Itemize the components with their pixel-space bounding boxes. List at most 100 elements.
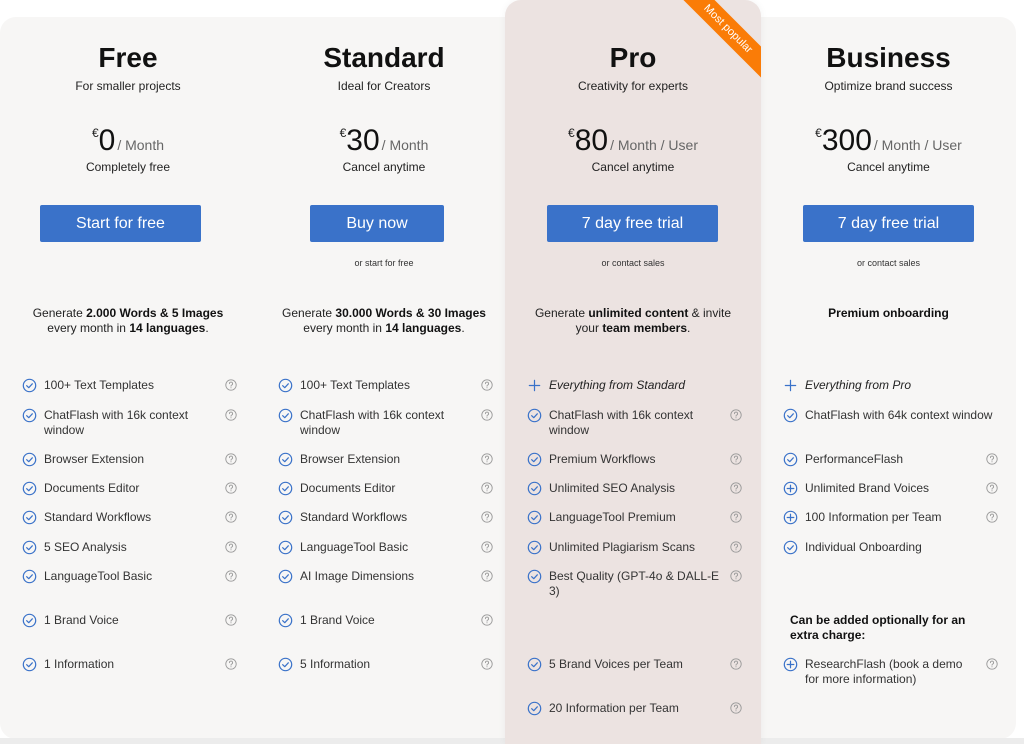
help-icon[interactable] bbox=[986, 482, 998, 494]
plan-description: Generate 30.000 Words & 30 Images every … bbox=[274, 306, 494, 335]
price-amount: 300 bbox=[821, 124, 872, 157]
help-icon[interactable] bbox=[481, 409, 493, 421]
feature-label: LanguageTool Basic bbox=[44, 569, 153, 583]
extra-charge-heading: Can be added optionally for an extra cha… bbox=[790, 613, 966, 642]
check-circle-icon bbox=[527, 510, 542, 525]
feature-item: Unlimited Plagiarism Scans bbox=[527, 540, 742, 555]
price: €80/ Month / User bbox=[505, 124, 761, 158]
feature-item: LanguageTool Basic bbox=[278, 540, 493, 555]
check-circle-icon bbox=[278, 540, 293, 555]
feature-item: AI Image Dimensions bbox=[278, 569, 493, 584]
help-icon[interactable] bbox=[225, 453, 237, 465]
currency-symbol: € bbox=[815, 126, 822, 140]
check-circle-icon bbox=[278, 408, 293, 423]
description-segment: . bbox=[461, 320, 465, 335]
cta-button[interactable]: Start for free bbox=[40, 205, 201, 242]
help-icon[interactable] bbox=[730, 482, 742, 494]
price-period: / Month bbox=[381, 137, 429, 153]
description-segment: . bbox=[687, 320, 691, 335]
feature-label: ChatFlash with 16k context window bbox=[549, 408, 694, 437]
check-circle-icon bbox=[278, 657, 293, 672]
help-icon[interactable] bbox=[481, 482, 493, 494]
plan-card-free: Free For smaller projects €0/ Month Complet… bbox=[0, 0, 256, 744]
secondary-link[interactable]: or contact sales bbox=[761, 258, 1016, 268]
help-icon[interactable] bbox=[481, 511, 493, 523]
help-icon[interactable] bbox=[225, 570, 237, 582]
help-icon[interactable] bbox=[481, 541, 493, 553]
feature-label: 5 Information bbox=[300, 657, 371, 671]
feature-label: 1 Brand Voice bbox=[44, 613, 119, 627]
feature-item: 100+ Text Templates bbox=[278, 378, 493, 393]
check-circle-icon bbox=[22, 452, 37, 467]
price: €300/ Month / User bbox=[761, 124, 1016, 158]
feature-label: Premium Workflows bbox=[549, 452, 656, 466]
check-circle-icon bbox=[22, 408, 37, 423]
check-circle-icon bbox=[22, 540, 37, 555]
secondary-link[interactable]: or start for free bbox=[256, 258, 512, 268]
feature-label: Best Quality (GPT-4o & DALL-E 3) bbox=[549, 569, 720, 598]
help-icon[interactable] bbox=[481, 614, 493, 626]
help-icon[interactable] bbox=[225, 409, 237, 421]
feature-label: Standard Workflows bbox=[300, 510, 408, 524]
check-circle-icon bbox=[278, 569, 293, 584]
help-icon[interactable] bbox=[225, 482, 237, 494]
check-circle-icon bbox=[527, 452, 542, 467]
feature-item: Standard Workflows bbox=[22, 510, 237, 525]
feature-label: AI Image Dimensions bbox=[300, 569, 415, 583]
feature-item: 5 Information bbox=[278, 657, 493, 672]
help-icon[interactable] bbox=[986, 511, 998, 523]
price-note: Cancel anytime bbox=[847, 160, 930, 174]
help-icon[interactable] bbox=[730, 511, 742, 523]
plus-circle-icon bbox=[783, 657, 798, 672]
secondary-link[interactable]: or contact sales bbox=[505, 258, 761, 268]
help-icon[interactable] bbox=[225, 379, 237, 391]
feature-label: Everything from Standard bbox=[549, 378, 686, 392]
feature-item: 100 Information per Team bbox=[783, 510, 998, 525]
feature-item: Individual Onboarding bbox=[783, 540, 998, 555]
check-circle-icon bbox=[22, 613, 37, 628]
feature-item: Unlimited Brand Voices bbox=[783, 481, 998, 496]
price-note: Cancel anytime bbox=[591, 160, 675, 174]
help-icon[interactable] bbox=[225, 511, 237, 523]
help-icon[interactable] bbox=[225, 614, 237, 626]
help-icon[interactable] bbox=[730, 658, 742, 670]
help-icon[interactable] bbox=[225, 658, 237, 670]
feature-item: ChatFlash with 16k context window bbox=[278, 408, 493, 438]
currency-symbol: € bbox=[339, 126, 347, 140]
description-segment: every month in bbox=[303, 320, 386, 335]
check-circle-icon bbox=[527, 481, 542, 496]
plan-tagline: Optimize brand success bbox=[824, 79, 953, 93]
cta-button[interactable]: Buy now bbox=[310, 205, 444, 242]
plan-card-standard: Standard Ideal for Creators €30/ Month Canc… bbox=[256, 0, 512, 744]
check-circle-icon bbox=[278, 452, 293, 467]
help-icon[interactable] bbox=[986, 658, 998, 670]
help-icon[interactable] bbox=[986, 453, 998, 465]
help-icon[interactable] bbox=[481, 453, 493, 465]
feature-label: 5 SEO Analysis bbox=[44, 540, 127, 554]
price: €0/ Month bbox=[0, 124, 256, 158]
help-icon[interactable] bbox=[730, 453, 742, 465]
feature-label: 1 Information bbox=[44, 657, 115, 671]
feature-label: ResearchFlash (book a demo for more info… bbox=[805, 657, 963, 686]
feature-item: ChatFlash with 16k context window bbox=[22, 408, 237, 438]
feature-item: Everything from Pro bbox=[783, 378, 998, 393]
plus-circle-icon bbox=[783, 510, 798, 525]
help-icon[interactable] bbox=[730, 409, 742, 421]
help-icon[interactable] bbox=[481, 379, 493, 391]
cta-button[interactable]: 7 day free trial bbox=[547, 205, 718, 242]
help-icon[interactable] bbox=[730, 702, 742, 714]
help-icon[interactable] bbox=[481, 570, 493, 582]
feature-item: Browser Extension bbox=[22, 452, 237, 467]
cta-button[interactable]: 7 day free trial bbox=[803, 205, 974, 242]
description-segment: Generate bbox=[32, 306, 87, 320]
plan-tagline: For smaller projects bbox=[75, 79, 181, 93]
help-icon[interactable] bbox=[730, 570, 742, 582]
check-circle-icon bbox=[278, 481, 293, 496]
feature-label: Everything from Pro bbox=[805, 378, 912, 392]
help-icon[interactable] bbox=[481, 658, 493, 670]
help-icon[interactable] bbox=[730, 541, 742, 553]
help-icon[interactable] bbox=[225, 541, 237, 553]
plan-card-business: Business Optimize brand success €300/ Mont… bbox=[761, 0, 1016, 744]
feature-label: 100+ Text Templates bbox=[300, 378, 410, 392]
feature-label: 100+ Text Templates bbox=[44, 378, 154, 392]
